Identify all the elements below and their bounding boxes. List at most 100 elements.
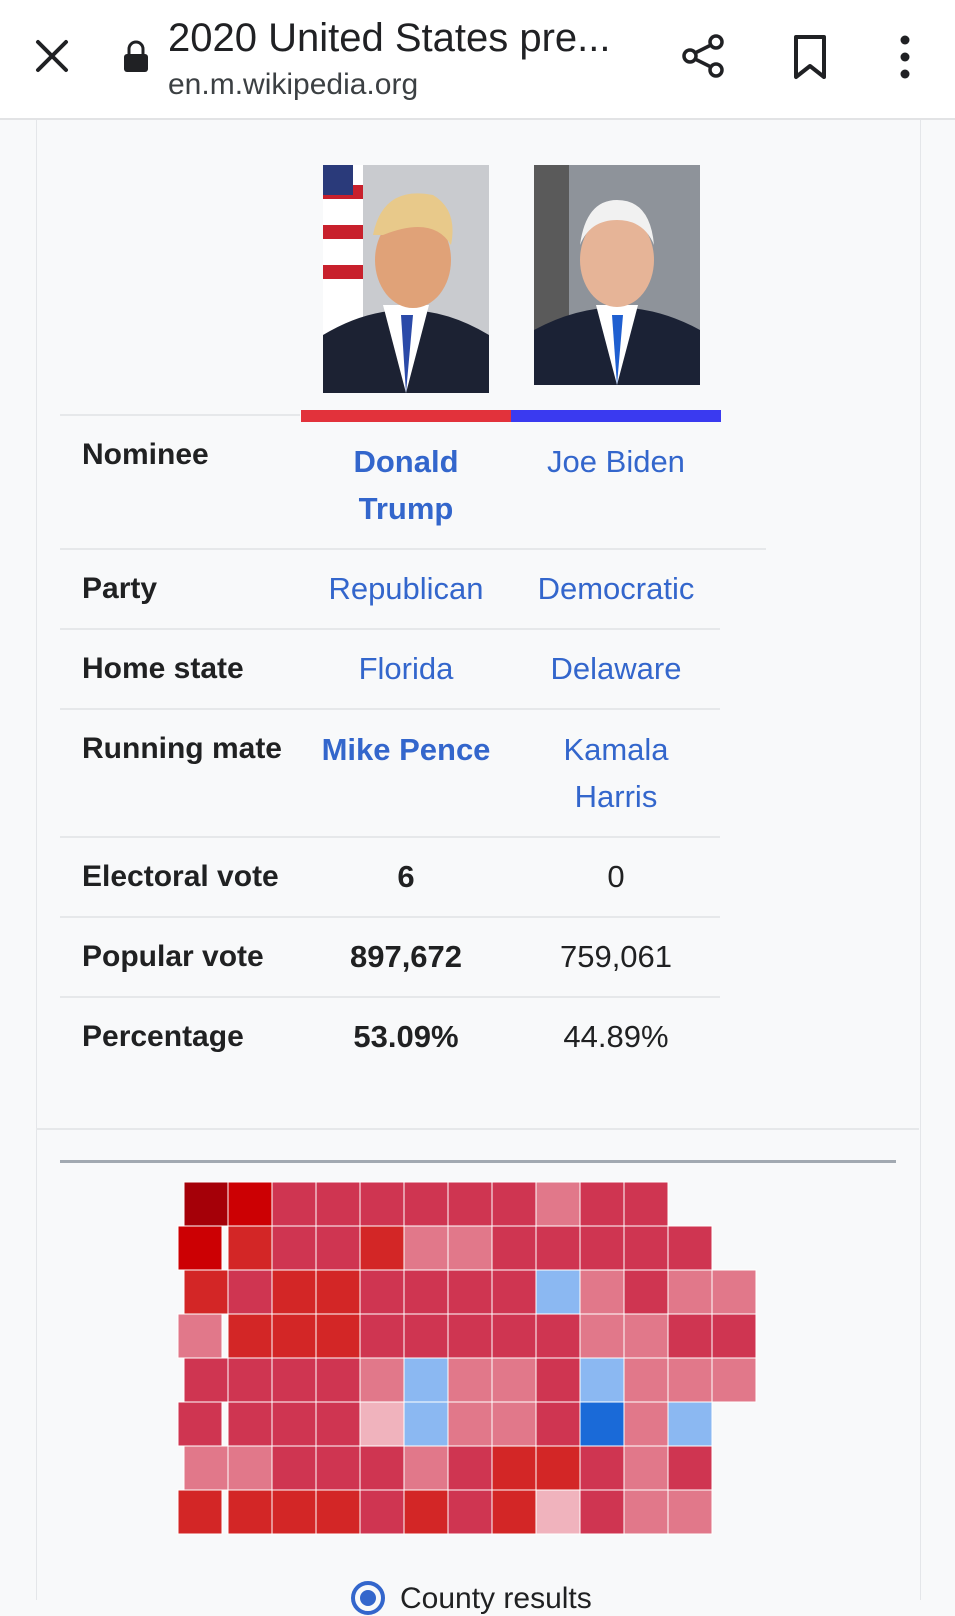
county-shape bbox=[315, 1357, 361, 1403]
divider bbox=[60, 836, 720, 838]
county-shape bbox=[227, 1181, 273, 1227]
percentage-biden: 44.89% bbox=[563, 1019, 669, 1054]
democratic-color-bar bbox=[511, 410, 721, 422]
close-icon[interactable] bbox=[32, 36, 72, 76]
county-shape bbox=[447, 1489, 493, 1535]
county-shape bbox=[403, 1313, 449, 1359]
popular-vote-trump: 897,672 bbox=[349, 939, 463, 974]
county-shape bbox=[447, 1401, 493, 1447]
page-url: en.m.wikipedia.org bbox=[168, 68, 419, 101]
county-shape bbox=[579, 1225, 625, 1271]
nominee-trump-link[interactable]: Donald Trump bbox=[301, 438, 511, 532]
county-shape bbox=[227, 1357, 273, 1403]
county-results-label[interactable]: County results bbox=[400, 1582, 592, 1616]
county-shape bbox=[491, 1269, 537, 1315]
party-republican-link[interactable]: Republican bbox=[301, 565, 511, 612]
county-shape bbox=[579, 1181, 625, 1227]
county-shape bbox=[177, 1489, 223, 1535]
divider bbox=[60, 628, 720, 630]
county-shape bbox=[271, 1401, 317, 1447]
county-shape bbox=[491, 1313, 537, 1359]
county-shape bbox=[491, 1225, 537, 1271]
county-shape bbox=[315, 1269, 361, 1315]
section-divider bbox=[36, 1128, 919, 1130]
running-mate-harris-link[interactable]: Kamala Harris bbox=[511, 726, 721, 820]
county-shape bbox=[403, 1445, 449, 1491]
county-shape bbox=[359, 1181, 405, 1227]
electoral-vote-trump: 6 bbox=[397, 859, 415, 894]
county-shape bbox=[491, 1357, 537, 1403]
divider bbox=[60, 996, 720, 998]
county-shape bbox=[711, 1357, 757, 1403]
trump-portrait[interactable] bbox=[323, 165, 489, 393]
map-divider bbox=[60, 1160, 896, 1163]
county-shape bbox=[623, 1445, 669, 1491]
page-title: 2020 United States pre... bbox=[168, 16, 611, 60]
row-label-percentage: Percentage bbox=[82, 1020, 244, 1053]
county-shape bbox=[271, 1269, 317, 1315]
row-label-home-state: Home state bbox=[82, 652, 244, 685]
home-state-delaware-link[interactable]: Delaware bbox=[511, 645, 721, 692]
county-shape bbox=[623, 1357, 669, 1403]
county-shape bbox=[227, 1313, 273, 1359]
county-shape bbox=[579, 1313, 625, 1359]
county-shape bbox=[535, 1445, 581, 1491]
more-options-icon[interactable] bbox=[892, 34, 918, 80]
biden-portrait[interactable] bbox=[534, 165, 700, 385]
county-shape bbox=[667, 1357, 713, 1403]
county-shape bbox=[491, 1401, 537, 1447]
bookmark-icon[interactable] bbox=[790, 34, 830, 80]
county-shape bbox=[359, 1445, 405, 1491]
county-shape bbox=[623, 1313, 669, 1359]
electoral-vote-biden: 0 bbox=[607, 859, 625, 894]
browser-top-bar: 2020 United States pre... en.m.wikipedia… bbox=[0, 0, 955, 120]
county-shape bbox=[183, 1181, 229, 1227]
county-shape bbox=[271, 1181, 317, 1227]
county-shape bbox=[711, 1313, 757, 1359]
county-shape bbox=[183, 1357, 229, 1403]
county-shape bbox=[315, 1401, 361, 1447]
running-mate-pence-link[interactable]: Mike Pence bbox=[301, 726, 511, 773]
county-shape bbox=[403, 1489, 449, 1535]
popular-vote-biden: 759,061 bbox=[559, 939, 673, 974]
county-shape bbox=[579, 1401, 625, 1447]
radio-selected-icon[interactable] bbox=[350, 1580, 386, 1616]
county-shape bbox=[579, 1357, 625, 1403]
county-shape bbox=[227, 1445, 273, 1491]
county-shape bbox=[447, 1269, 493, 1315]
county-shape bbox=[623, 1269, 669, 1315]
row-label-running-mate: Running mate bbox=[82, 732, 282, 765]
county-shape bbox=[315, 1181, 361, 1227]
county-shape bbox=[579, 1489, 625, 1535]
county-shape bbox=[359, 1313, 405, 1359]
home-state-florida-link[interactable]: Florida bbox=[301, 645, 511, 692]
county-shape bbox=[447, 1225, 493, 1271]
county-shape bbox=[403, 1357, 449, 1403]
county-shape bbox=[711, 1269, 757, 1315]
county-shape bbox=[271, 1225, 317, 1271]
county-shape bbox=[667, 1489, 713, 1535]
divider bbox=[60, 916, 720, 918]
county-shape bbox=[183, 1445, 229, 1491]
county-shape bbox=[535, 1181, 581, 1227]
county-shape bbox=[177, 1401, 223, 1447]
county-shape bbox=[667, 1225, 713, 1271]
nominee-biden-link[interactable]: Joe Biden bbox=[511, 438, 721, 485]
share-icon[interactable] bbox=[680, 32, 728, 80]
county-shape bbox=[227, 1401, 273, 1447]
county-shape bbox=[535, 1401, 581, 1447]
county-shape bbox=[227, 1269, 273, 1315]
county-shape bbox=[623, 1489, 669, 1535]
county-shape bbox=[579, 1269, 625, 1315]
county-shape bbox=[177, 1313, 223, 1359]
county-shape bbox=[183, 1269, 229, 1315]
county-shape bbox=[667, 1313, 713, 1359]
row-label-party: Party bbox=[82, 572, 158, 605]
county-shape bbox=[447, 1357, 493, 1403]
iowa-county-results-map[interactable] bbox=[174, 1180, 786, 1580]
county-shape bbox=[227, 1225, 273, 1271]
county-shape bbox=[491, 1445, 537, 1491]
party-democratic-link[interactable]: Democratic bbox=[511, 565, 721, 612]
county-shape bbox=[271, 1445, 317, 1491]
county-shape bbox=[359, 1357, 405, 1403]
